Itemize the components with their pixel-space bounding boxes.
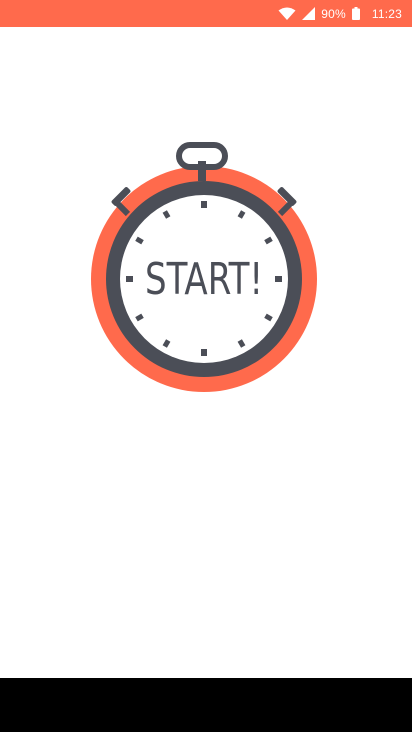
clock-time: 11:23 xyxy=(371,6,402,21)
main-content: START! xyxy=(0,27,412,678)
cell-signal-icon xyxy=(302,7,316,20)
start-button[interactable]: START! xyxy=(84,139,324,409)
status-bar: 90% 11:23 xyxy=(0,0,412,27)
battery-percent: 90% xyxy=(321,6,346,21)
wifi-icon xyxy=(278,7,296,21)
battery-icon xyxy=(351,7,360,20)
navigation-bar xyxy=(0,678,412,732)
stopwatch-icon xyxy=(91,142,317,392)
